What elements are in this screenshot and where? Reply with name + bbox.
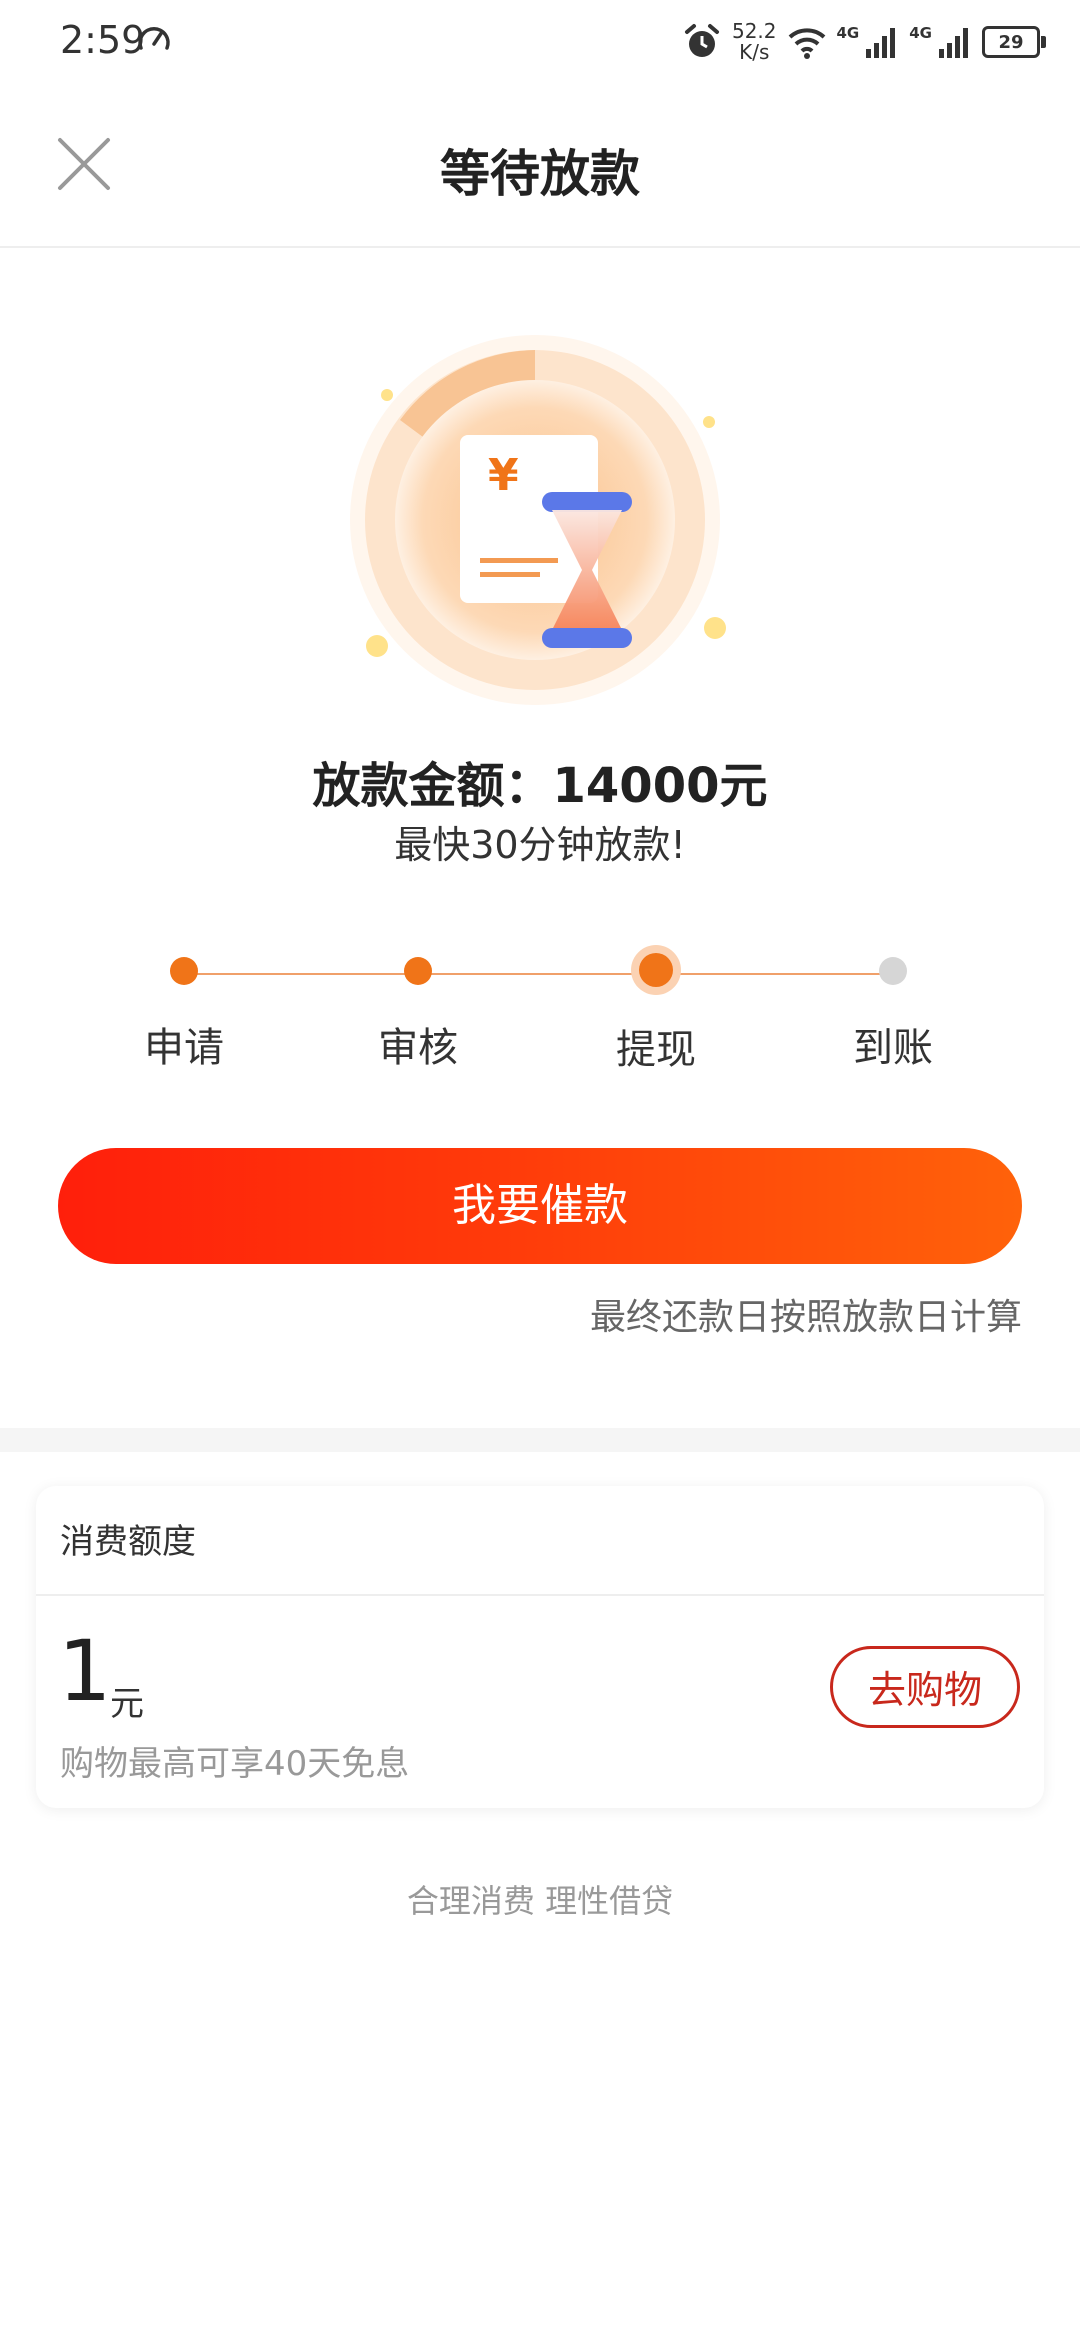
alarm-icon (684, 24, 719, 57)
network-speed: 52.2 K/s (731, 19, 777, 64)
step-apply: 申请 (84, 950, 284, 1073)
nav-bar: 等待放款 (0, 84, 1080, 248)
signal-icon-1 (866, 28, 896, 58)
step-label: 审核 (378, 1025, 458, 1071)
step-dot-current (639, 953, 673, 987)
step-dot-done (404, 957, 432, 985)
waiting-illustration: ¥ (350, 335, 726, 705)
net-type-2: 4G (909, 24, 932, 42)
status-bar: 2:59 52.2 K/s 4G 4G 29 (0, 0, 1080, 84)
battery-icon: 29 (982, 26, 1046, 58)
loan-eta: 最快30分钟放款! (394, 823, 686, 867)
status-icons: 52.2 K/s 4G 4G 29 (682, 16, 1046, 68)
step-withdraw: 提现 (556, 950, 756, 1075)
wifi-icon (788, 28, 825, 59)
svg-text:¥: ¥ (488, 450, 519, 501)
consumption-credit-card: 消费额度 1 元 购物最高可享40天免息 去购物 (36, 1486, 1044, 1808)
footer-slogan: 合理消费 理性借贷 (406, 1882, 674, 1920)
step-received: 到账 (793, 950, 993, 1073)
urge-loan-button[interactable]: 我要催款 (58, 1148, 1022, 1264)
card-title: 消费额度 (60, 1522, 196, 1562)
go-shopping-button[interactable]: 去购物 (830, 1646, 1020, 1728)
card-divider (36, 1594, 1044, 1596)
step-review: 审核 (318, 950, 518, 1073)
step-dot-pending (879, 957, 907, 985)
credit-value: 1 (58, 1622, 112, 1720)
step-label: 提现 (616, 1027, 696, 1073)
credit-note: 购物最高可享40天免息 (60, 1744, 410, 1784)
net-type-1: 4G (836, 24, 860, 42)
status-time: 2:59 (60, 18, 146, 62)
signal-icon-2 (939, 28, 968, 58)
battery-level: 29 (998, 31, 1024, 53)
section-divider (0, 1428, 1080, 1452)
speedometer-icon (138, 27, 170, 50)
page-title: 等待放款 (440, 145, 640, 203)
step-dot-done (170, 957, 198, 985)
credit-unit: 元 (110, 1684, 144, 1724)
progress-line (184, 973, 894, 975)
step-label: 到账 (853, 1025, 933, 1071)
step-label: 申请 (144, 1025, 224, 1071)
repay-note: 最终还款日按照放款日计算 (589, 1297, 1022, 1338)
loan-amount: 放款金额：14000元 (312, 758, 768, 814)
